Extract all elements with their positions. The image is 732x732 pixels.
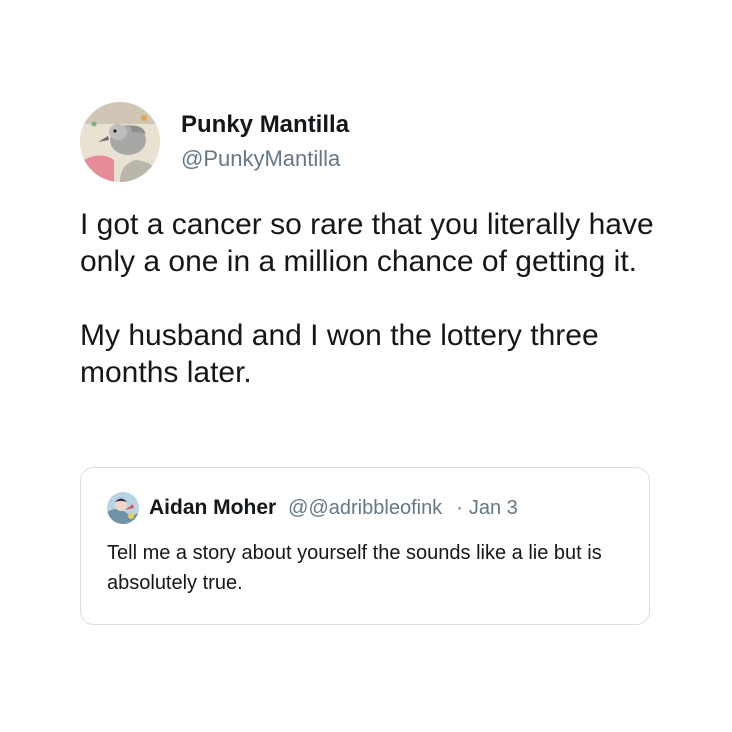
dot-separator: · bbox=[456, 496, 463, 519]
tweet-card: Punky Mantilla @PunkyMantilla I got a ca… bbox=[80, 102, 660, 391]
quoted-author-avatar[interactable] bbox=[107, 492, 139, 524]
profile-photo-icon bbox=[80, 102, 160, 182]
quoted-tweet-card[interactable]: Aidan Moher @@adribbleofink · Jan 3 Tell… bbox=[80, 467, 650, 625]
quoted-tweet-text: Tell me a story about yourself the sound… bbox=[107, 542, 602, 594]
quoted-tweet-header: Aidan Moher @@adribbleofink · Jan 3 bbox=[107, 492, 625, 524]
tweet-paragraph: My husband and I won the lottery three m… bbox=[80, 319, 599, 389]
author-display-name[interactable]: Punky Mantilla bbox=[181, 111, 349, 139]
tweet-header: Punky Mantilla @PunkyMantilla bbox=[80, 102, 660, 182]
author-avatar[interactable] bbox=[80, 102, 160, 182]
tweet-paragraph: I got a cancer so rare that you literall… bbox=[80, 208, 654, 278]
quoted-author-display-name[interactable]: Aidan Moher bbox=[149, 496, 276, 520]
quoted-author-handle[interactable]: @@adribbleofink bbox=[288, 497, 442, 520]
tweet-text: I got a cancer so rare that you literall… bbox=[80, 206, 660, 391]
quoted-tweet-date[interactable]: Jan 3 bbox=[469, 497, 518, 520]
author-names: Punky Mantilla @PunkyMantilla bbox=[181, 111, 349, 173]
author-handle[interactable]: @PunkyMantilla bbox=[181, 145, 349, 173]
profile-photo-icon bbox=[107, 492, 139, 524]
